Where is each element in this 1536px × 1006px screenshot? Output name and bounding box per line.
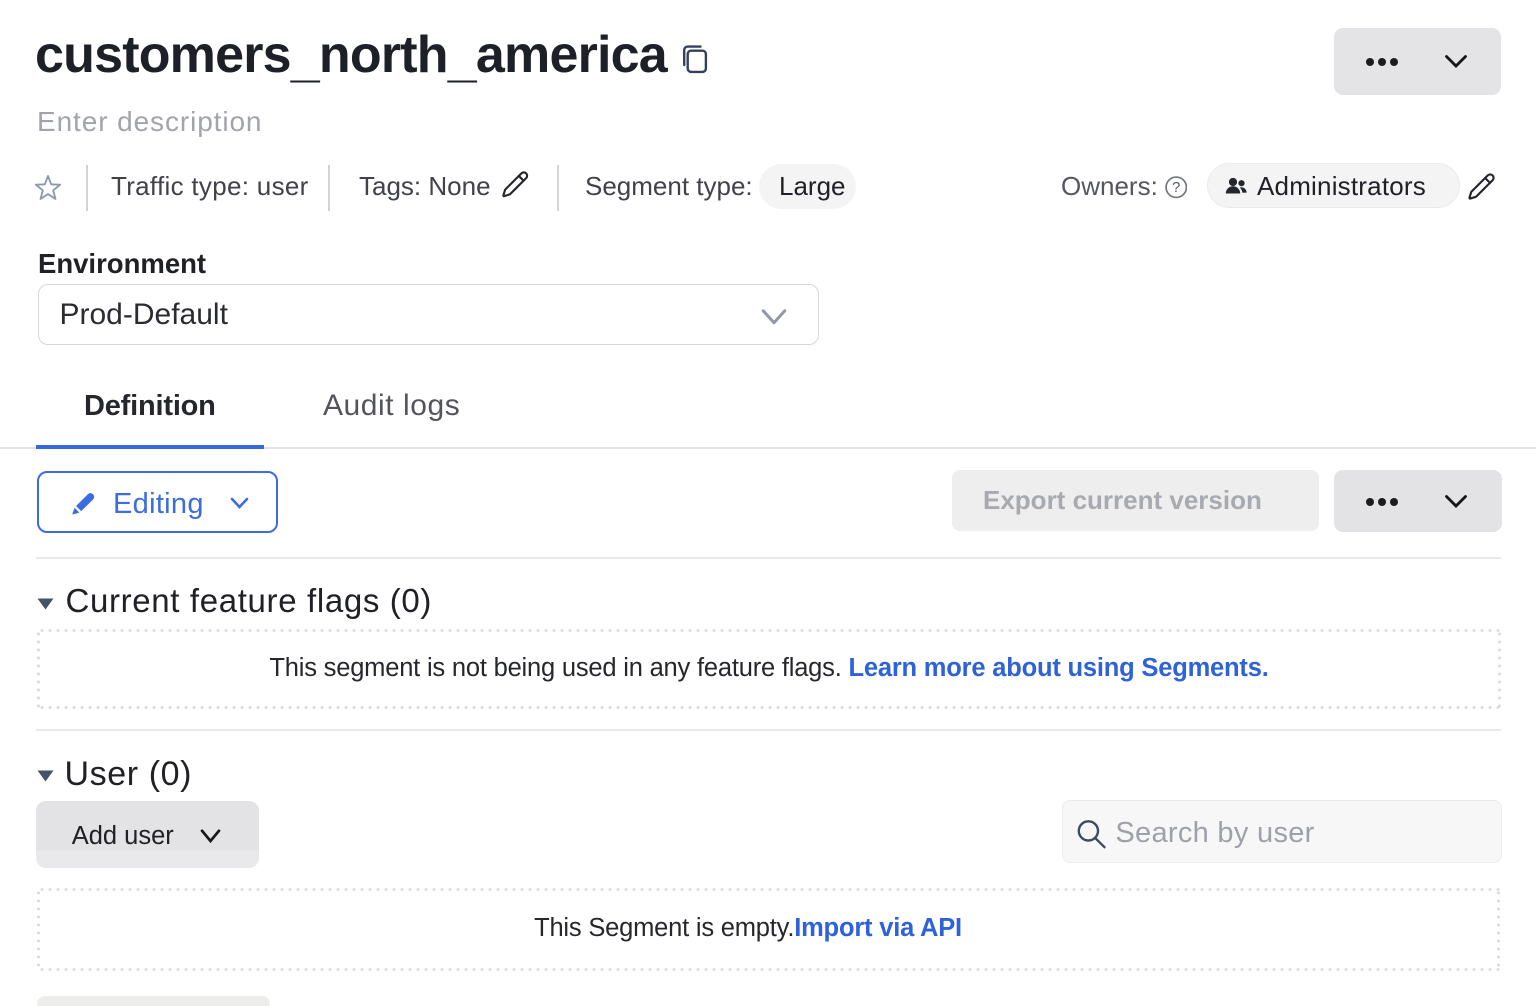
svg-text:?: ?	[1172, 180, 1180, 196]
